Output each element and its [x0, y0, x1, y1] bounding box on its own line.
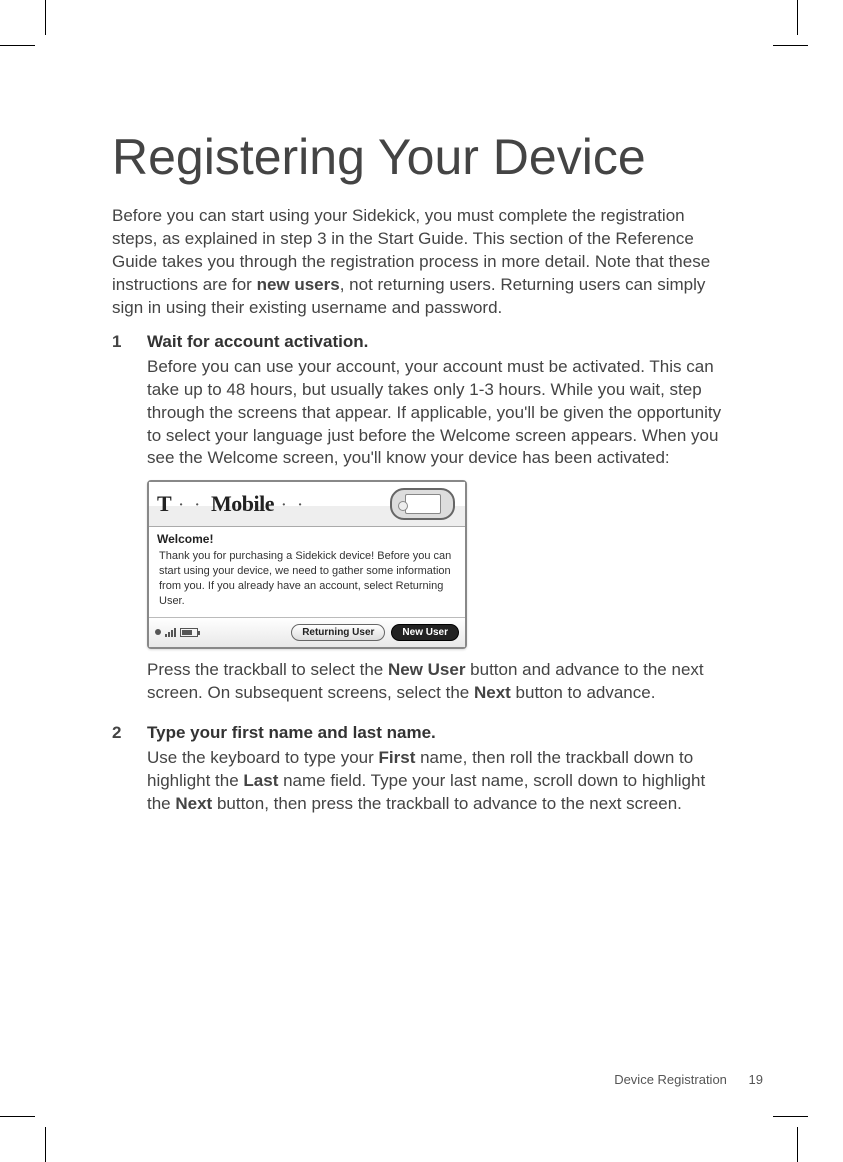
t: Use the keyboard to type your — [147, 748, 379, 767]
footer-page-number: 19 — [749, 1072, 763, 1087]
tmobile-logo: T · · Mobile · · — [157, 491, 306, 517]
sync-icon — [155, 629, 161, 635]
page-footer: Device Registration 19 — [614, 1072, 763, 1087]
step-text-after-image: Press the trackball to select the New Us… — [147, 659, 732, 705]
crop-mark — [773, 45, 808, 46]
status-icons — [155, 627, 198, 637]
intro-paragraph: Before you can start using your Sidekick… — [112, 205, 732, 320]
welcome-heading: Welcome! — [149, 527, 465, 549]
crop-mark — [773, 1116, 808, 1117]
device-icon — [390, 488, 455, 520]
step-text: Use the keyboard to type your First name… — [147, 747, 732, 816]
footer-section: Device Registration — [614, 1072, 727, 1087]
step-title: Wait for account activation. — [147, 332, 732, 352]
intro-bold: new users — [257, 275, 340, 294]
crop-mark — [797, 1127, 798, 1162]
crop-mark — [0, 45, 35, 46]
bold-first: First — [379, 748, 416, 767]
page-title: Registering Your Device — [112, 130, 732, 185]
bold-last: Last — [243, 771, 278, 790]
signal-icon — [165, 627, 176, 637]
steps-list: 1 Wait for account activation. Before yo… — [112, 332, 732, 826]
crop-mark — [797, 0, 798, 35]
crop-mark — [0, 1116, 35, 1117]
crop-mark — [45, 1127, 46, 1162]
bold-next: Next — [175, 794, 212, 813]
bold-new-user: New User — [388, 660, 465, 679]
step-1: 1 Wait for account activation. Before yo… — [112, 332, 732, 715]
bold-next: Next — [474, 683, 511, 702]
welcome-body-text: Thank you for purchasing a Sidekick devi… — [149, 549, 465, 616]
returning-user-button: Returning User — [291, 624, 385, 641]
step-title: Type your first name and last name. — [147, 723, 732, 743]
screenshot-header: T · · Mobile · · — [149, 482, 465, 527]
new-user-button: New User — [391, 624, 459, 641]
step-text: Before you can use your account, your ac… — [147, 356, 732, 471]
step-number: 2 — [112, 723, 147, 826]
content-area: Registering Your Device Before you can s… — [112, 130, 732, 833]
t: Press the trackball to select the — [147, 660, 388, 679]
screenshot-footer: Returning User New User — [149, 617, 465, 647]
step-body: Wait for account activation. Before you … — [147, 332, 732, 715]
manual-page: Registering Your Device Before you can s… — [0, 0, 843, 1162]
welcome-screenshot: T · · Mobile · · Welcome! Thank you for … — [147, 480, 467, 648]
battery-icon — [180, 628, 198, 637]
step-body: Type your first name and last name. Use … — [147, 723, 732, 826]
step-2: 2 Type your first name and last name. Us… — [112, 723, 732, 826]
crop-mark — [45, 0, 46, 35]
t: button to advance. — [511, 683, 656, 702]
t: button, then press the trackball to adva… — [212, 794, 682, 813]
step-number: 1 — [112, 332, 147, 715]
